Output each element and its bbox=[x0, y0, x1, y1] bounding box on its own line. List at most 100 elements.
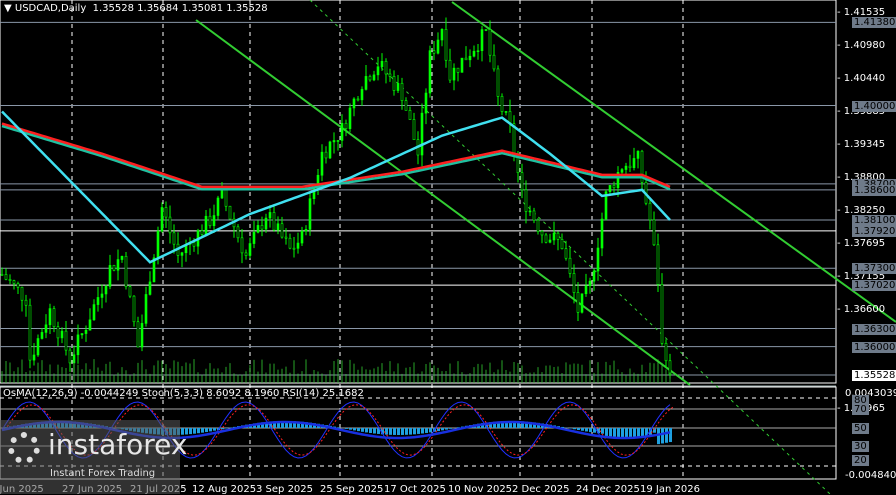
candle-body bbox=[309, 199, 311, 230]
price-tag: 1.37020 bbox=[852, 280, 896, 291]
candle-body bbox=[401, 83, 403, 100]
osma-bar bbox=[425, 428, 428, 433]
candle-body bbox=[565, 249, 567, 259]
osma-bar bbox=[589, 428, 592, 432]
candle-body bbox=[41, 332, 43, 338]
candle-body bbox=[9, 279, 11, 280]
candle-body bbox=[381, 61, 383, 66]
candle-body bbox=[609, 185, 611, 191]
date-label: 12 Aug 2025 bbox=[192, 484, 256, 495]
candle-body bbox=[241, 238, 243, 253]
instaforex-logo: instaforexInstant Forex Trading bbox=[0, 420, 180, 494]
osma-bar bbox=[421, 428, 424, 433]
candle-body bbox=[413, 120, 415, 140]
candle-body bbox=[349, 108, 351, 129]
open: 1.35528 bbox=[93, 3, 134, 14]
osma-bar bbox=[417, 428, 420, 434]
osma-bar bbox=[405, 428, 408, 435]
candle-body bbox=[489, 29, 491, 55]
candle-body bbox=[161, 207, 163, 231]
candle-body bbox=[373, 75, 375, 80]
osma-bar bbox=[441, 428, 444, 430]
osma-bar bbox=[413, 428, 416, 434]
candle-body bbox=[77, 335, 79, 355]
candle-body bbox=[97, 297, 99, 304]
candle-body bbox=[121, 256, 123, 259]
osma-bar bbox=[581, 428, 584, 431]
osma-bar bbox=[385, 428, 388, 435]
candle-body bbox=[165, 207, 167, 217]
chart-window[interactable]: ▼ USDCAD,Daily 1.35528 1.35684 1.35081 1… bbox=[0, 0, 896, 494]
candle-body bbox=[157, 231, 159, 258]
candle-body bbox=[301, 231, 303, 243]
candle-body bbox=[657, 245, 659, 285]
chart-header: ▼ USDCAD,Daily 1.35528 1.35684 1.35081 1… bbox=[4, 3, 268, 14]
candle-body bbox=[237, 227, 239, 238]
candle-body bbox=[273, 212, 275, 230]
candle-body bbox=[205, 216, 207, 234]
candle-body bbox=[89, 320, 91, 330]
candle-body bbox=[173, 233, 175, 244]
candle-body bbox=[49, 309, 51, 325]
osma-bar bbox=[353, 428, 356, 430]
osma-bar bbox=[449, 428, 452, 429]
ma-mid-line bbox=[2, 126, 670, 189]
osma-bar bbox=[573, 428, 576, 429]
candle-body bbox=[569, 258, 571, 273]
osma-bar bbox=[625, 428, 628, 437]
candle-body bbox=[169, 217, 171, 233]
candle-body bbox=[573, 273, 575, 292]
osma-bar bbox=[189, 428, 192, 434]
osma-bar bbox=[621, 428, 624, 437]
candle-body bbox=[265, 218, 267, 229]
candle-body bbox=[125, 256, 127, 286]
main-frame bbox=[0, 0, 836, 383]
candle-body bbox=[497, 69, 499, 96]
osma-bar bbox=[361, 428, 364, 432]
candle-body bbox=[81, 334, 83, 335]
osma-bar bbox=[445, 428, 448, 430]
candle-body bbox=[209, 216, 211, 226]
candle-body bbox=[261, 225, 263, 229]
candle-body bbox=[409, 110, 411, 119]
candle-body bbox=[141, 323, 143, 347]
candle-body bbox=[61, 331, 63, 338]
candle-body bbox=[449, 60, 451, 80]
candle-body bbox=[229, 206, 231, 219]
indicator-level-label: 70 bbox=[852, 404, 869, 415]
candle-body bbox=[225, 189, 227, 206]
osma-bar bbox=[221, 428, 224, 429]
price-axis-label: - 1.39345 bbox=[837, 139, 885, 151]
candle-body bbox=[529, 211, 531, 212]
candle-body bbox=[105, 286, 107, 294]
osma-bar bbox=[633, 428, 636, 437]
candle-body bbox=[521, 173, 523, 190]
candle-body bbox=[253, 232, 255, 243]
candle-body bbox=[213, 216, 215, 226]
candle-body bbox=[525, 190, 527, 212]
price-axis-label: - 1.40980 bbox=[837, 40, 885, 52]
candle-body bbox=[65, 331, 67, 350]
candle-body bbox=[581, 294, 583, 313]
candle-body bbox=[377, 67, 379, 75]
candle-body bbox=[469, 56, 471, 60]
osma-bar bbox=[629, 428, 632, 437]
candle-body bbox=[433, 51, 435, 54]
candle-body bbox=[45, 325, 47, 333]
price-tag: 1.36300 bbox=[852, 324, 896, 335]
indicator-level-label: 50 bbox=[852, 423, 869, 434]
candle-body bbox=[29, 305, 31, 360]
candle-body bbox=[557, 233, 559, 239]
candle-body bbox=[257, 225, 259, 232]
osma-bar bbox=[365, 428, 368, 432]
candle-body bbox=[421, 113, 423, 155]
candle-body bbox=[149, 282, 151, 295]
candle-body bbox=[293, 248, 295, 249]
candle-body bbox=[193, 243, 195, 247]
symbol: USDCAD,Daily bbox=[15, 3, 86, 14]
osma-bar bbox=[409, 428, 412, 435]
candle-body bbox=[437, 40, 439, 53]
logo-name: instaforex bbox=[48, 428, 187, 461]
candle-body bbox=[461, 58, 463, 72]
osma-bar bbox=[197, 428, 200, 433]
